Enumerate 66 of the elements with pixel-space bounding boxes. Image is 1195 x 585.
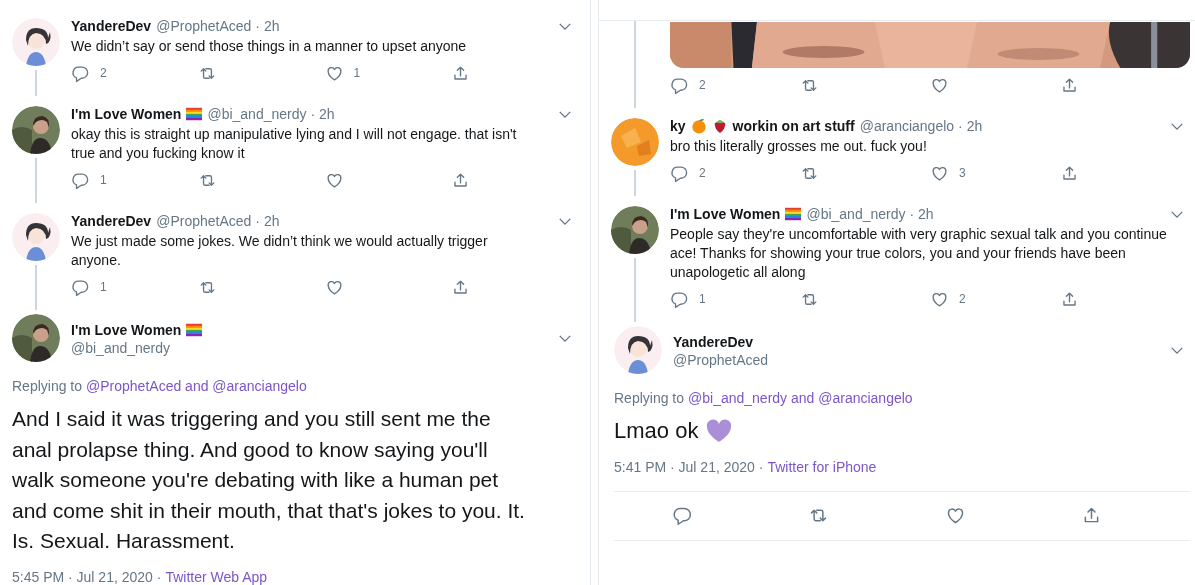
source-link[interactable]: Twitter for iPhone bbox=[767, 458, 877, 475]
user-handle[interactable]: @ProphetAced bbox=[673, 352, 1159, 368]
rainbow-flag-icon bbox=[186, 323, 203, 337]
count: 1 bbox=[100, 173, 107, 187]
display-name[interactable]: I'm Love Women bbox=[71, 322, 182, 338]
timestamp[interactable]: · 2h bbox=[909, 206, 934, 222]
replying-label: Replying to bbox=[614, 390, 685, 406]
timestamp[interactable]: · 2h bbox=[958, 118, 983, 134]
timestamp: 5:41 PM · Jul 21, 2020 · bbox=[614, 458, 764, 475]
tweet-text: People say they're uncomfortable with very graphic sexual talk and you continue ace! Thanks for showing your true colors, you and your friends have been unapologetic all along bbox=[670, 225, 1168, 282]
timestamp[interactable]: · 2h bbox=[310, 106, 335, 122]
timestamp[interactable]: · 2h bbox=[255, 18, 280, 34]
user-handle[interactable]: @ProphetAced bbox=[156, 213, 252, 229]
count: 1 bbox=[353, 66, 361, 80]
count: 1 bbox=[699, 292, 706, 306]
mention-link[interactable]: @bi_and_nerdy and @aranciangelo bbox=[688, 390, 913, 406]
count: 3 bbox=[959, 166, 966, 180]
reply-icon[interactable] bbox=[671, 505, 693, 526]
user-handle[interactable]: @ProphetAced bbox=[156, 18, 252, 34]
replying-label: Replying to bbox=[12, 378, 83, 394]
chevron-icon[interactable] bbox=[1170, 345, 1184, 355]
timestamp[interactable]: · 2h bbox=[255, 213, 280, 229]
source-link[interactable]: Twitter Web App bbox=[165, 568, 268, 585]
reply-icon[interactable] bbox=[670, 289, 689, 309]
chevron-icon[interactable] bbox=[1170, 121, 1184, 131]
tweet-text: bro this literally grosses me out. fuck you! bbox=[670, 137, 928, 156]
chevron-icon[interactable] bbox=[558, 216, 572, 226]
user-handle[interactable]: @bi_and_nerdy bbox=[806, 206, 906, 222]
display-name[interactable]: workin on art stuff bbox=[732, 118, 855, 134]
reply-icon[interactable] bbox=[670, 75, 689, 95]
chevron-icon[interactable] bbox=[558, 21, 572, 31]
user-handle[interactable]: @aranciangelo bbox=[859, 118, 955, 134]
reply-icon[interactable] bbox=[71, 170, 90, 190]
heart-icon bbox=[706, 419, 733, 444]
user-handle[interactable]: @bi_and_nerdy bbox=[207, 106, 307, 122]
tweet-text: We didn’t say or send those things in a manner to upset anyone bbox=[71, 37, 468, 56]
timestamp: 5:45 PM · Jul 21, 2020 · bbox=[12, 568, 162, 585]
tweet-text: Lmao ok bbox=[614, 417, 699, 445]
display-name[interactable]: ky bbox=[670, 118, 686, 134]
tweet-text: We just made some jokes. We didn’t think we would actually trigger anyone. bbox=[71, 232, 489, 270]
rainbow-flag-icon bbox=[785, 207, 802, 221]
share-icon[interactable] bbox=[1060, 289, 1079, 309]
chevron-icon[interactable] bbox=[558, 109, 572, 119]
count: 1 bbox=[100, 280, 107, 294]
display-name[interactable]: YandereDev bbox=[673, 334, 754, 350]
user-handle[interactable]: @bi_and_nerdy bbox=[71, 340, 547, 356]
display-name[interactable]: YandereDev bbox=[71, 213, 152, 229]
chevron-icon[interactable] bbox=[558, 333, 572, 343]
reply-icon[interactable] bbox=[71, 63, 90, 83]
count: 2 bbox=[699, 166, 706, 180]
display-name[interactable]: I'm Love Women bbox=[670, 206, 781, 222]
display-name[interactable]: I'm Love Women bbox=[71, 106, 182, 122]
rainbow-flag-icon bbox=[186, 107, 203, 121]
tweet-text: okay this is straight up manipulative lying and I will not engage. that isn't true and you fucking know it bbox=[71, 125, 518, 163]
display-name[interactable]: YandereDev bbox=[71, 18, 152, 34]
share-icon[interactable] bbox=[1060, 163, 1079, 183]
count: 2 bbox=[959, 292, 966, 306]
reply-icon[interactable] bbox=[71, 277, 90, 297]
count: 2 bbox=[699, 78, 706, 92]
share-icon[interactable] bbox=[1060, 75, 1079, 95]
chevron-icon[interactable] bbox=[1170, 209, 1184, 219]
reply-icon[interactable] bbox=[670, 163, 689, 183]
citrus-fruit-icon bbox=[690, 118, 707, 134]
tweet-text: And I said it was triggering and you still sent me the anal prolapse thing. And good to know saying you'll walk someone you're debating with like a human pet and come shit in their mouth, that that's jokes to you. It. Is. Sexual. Harassment. bbox=[12, 406, 526, 554]
count: 2 bbox=[100, 66, 107, 80]
mention-link[interactable]: @ProphetAced and @aranciangelo bbox=[86, 378, 307, 394]
